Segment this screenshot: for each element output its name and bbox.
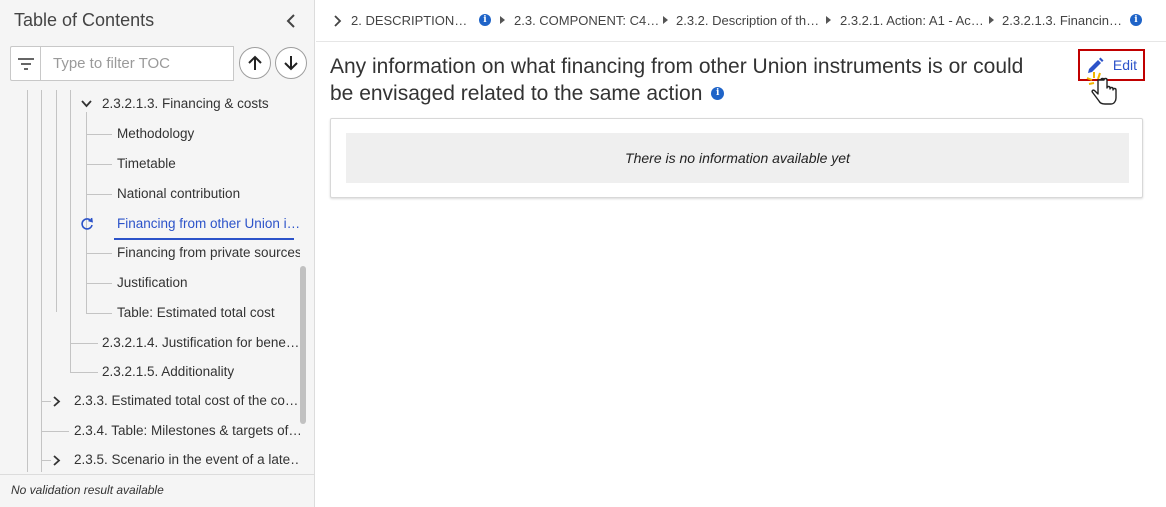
main-content: 2. DESCRIPTION… i 2.3. COMPONENT: C4… 2.… [316, 0, 1166, 507]
empty-state: There is no information available yet [346, 133, 1129, 183]
expand-chevron-scenario[interactable] [51, 454, 63, 466]
info-icon[interactable]: i [479, 14, 491, 26]
expand-chevron-estimated-cost[interactable] [51, 395, 63, 407]
arrow-down-icon [284, 56, 298, 71]
toc-filter-input[interactable] [40, 46, 234, 81]
validation-status-bar: No validation result available [0, 474, 314, 507]
toc-item-justification[interactable]: Justification [117, 275, 188, 290]
page-title: Any information on what financing from o… [330, 53, 1030, 107]
breadcrumb-separator [500, 16, 505, 24]
toc-title: Table of Contents [14, 10, 155, 30]
toc-item-financing-other-union[interactable]: Financing from other Union i… [117, 216, 300, 231]
previous-result-button[interactable] [239, 47, 271, 79]
chevron-right-icon [334, 15, 342, 27]
toc-item-additionality[interactable]: 2.3.2.1.5. Additionality [102, 364, 234, 379]
breadcrumb-item-action[interactable]: 2.3.2.1. Action: A1 - Ac… [840, 13, 984, 28]
breadcrumb-item-component[interactable]: 2.3. COMPONENT: C4… [514, 13, 659, 28]
filter-button[interactable] [10, 46, 40, 81]
content-card: There is no information available yet [330, 118, 1143, 198]
validation-status-text: No validation result available [11, 483, 164, 497]
active-item-underline [114, 238, 294, 240]
toc-item-timetable[interactable]: Timetable [117, 156, 176, 171]
arrow-up-icon [248, 55, 262, 70]
toc-item-2-3-3[interactable]: 2.3.3. Estimated total cost of the co… [74, 393, 298, 408]
chevron-right-icon [53, 454, 61, 466]
toc-item-2-3-5[interactable]: 2.3.5. Scenario in the event of a late… [74, 452, 300, 467]
info-icon[interactable]: i [711, 86, 725, 100]
breadcrumb-separator [989, 16, 994, 24]
toc-header: Table of Contents [0, 0, 314, 42]
page-title-text: Any information on what financing from o… [330, 55, 1024, 105]
toc-item-2-3-4[interactable]: 2.3.4. Table: Milestones & targets of… [74, 423, 300, 438]
breadcrumb-separator [826, 16, 831, 24]
chevron-right-icon [53, 395, 61, 407]
toc-item-estimated-total-cost[interactable]: Table: Estimated total cost [117, 305, 275, 320]
toc-item-methodology[interactable]: Methodology [117, 126, 194, 141]
toc-sidebar: Table of Contents Type to filter TOC 2.3… [0, 0, 315, 507]
toc-item-financing-costs[interactable]: 2.3.2.1.3. Financing & costs [102, 96, 269, 111]
refresh-icon [81, 217, 93, 230]
next-result-button[interactable] [275, 47, 307, 79]
toc-item-justification-bene[interactable]: 2.3.2.1.4. Justification for bene… [102, 335, 299, 350]
expand-chevron-financing-costs[interactable] [80, 98, 92, 110]
chevron-left-icon [286, 14, 295, 28]
chevron-down-icon [80, 100, 92, 108]
info-icon[interactable]: i [1130, 14, 1142, 26]
toc-item-national-contribution[interactable]: National contribution [117, 186, 240, 201]
filter-icon [17, 57, 34, 70]
empty-state-text: There is no information available yet [625, 150, 850, 166]
breadcrumb-item-financing[interactable]: 2.3.2.1.3. Financin… [1002, 13, 1122, 28]
hand-cursor-icon [1086, 72, 1117, 105]
collapse-sidebar-button[interactable] [280, 10, 302, 32]
breadcrumb-item-description-of[interactable]: 2.3.2. Description of th… [676, 13, 819, 28]
breadcrumb-separator [663, 16, 668, 24]
toc-item-financing-private[interactable]: Financing from private sources [117, 245, 300, 260]
toc-scrollbar[interactable] [300, 266, 306, 424]
toc-tree: 2.3.2.1.3. Financing & costs Methodology… [0, 90, 300, 472]
breadcrumb: 2. DESCRIPTION… i 2.3. COMPONENT: C4… 2.… [316, 0, 1166, 42]
breadcrumb-item-description[interactable]: 2. DESCRIPTION… [351, 13, 467, 28]
